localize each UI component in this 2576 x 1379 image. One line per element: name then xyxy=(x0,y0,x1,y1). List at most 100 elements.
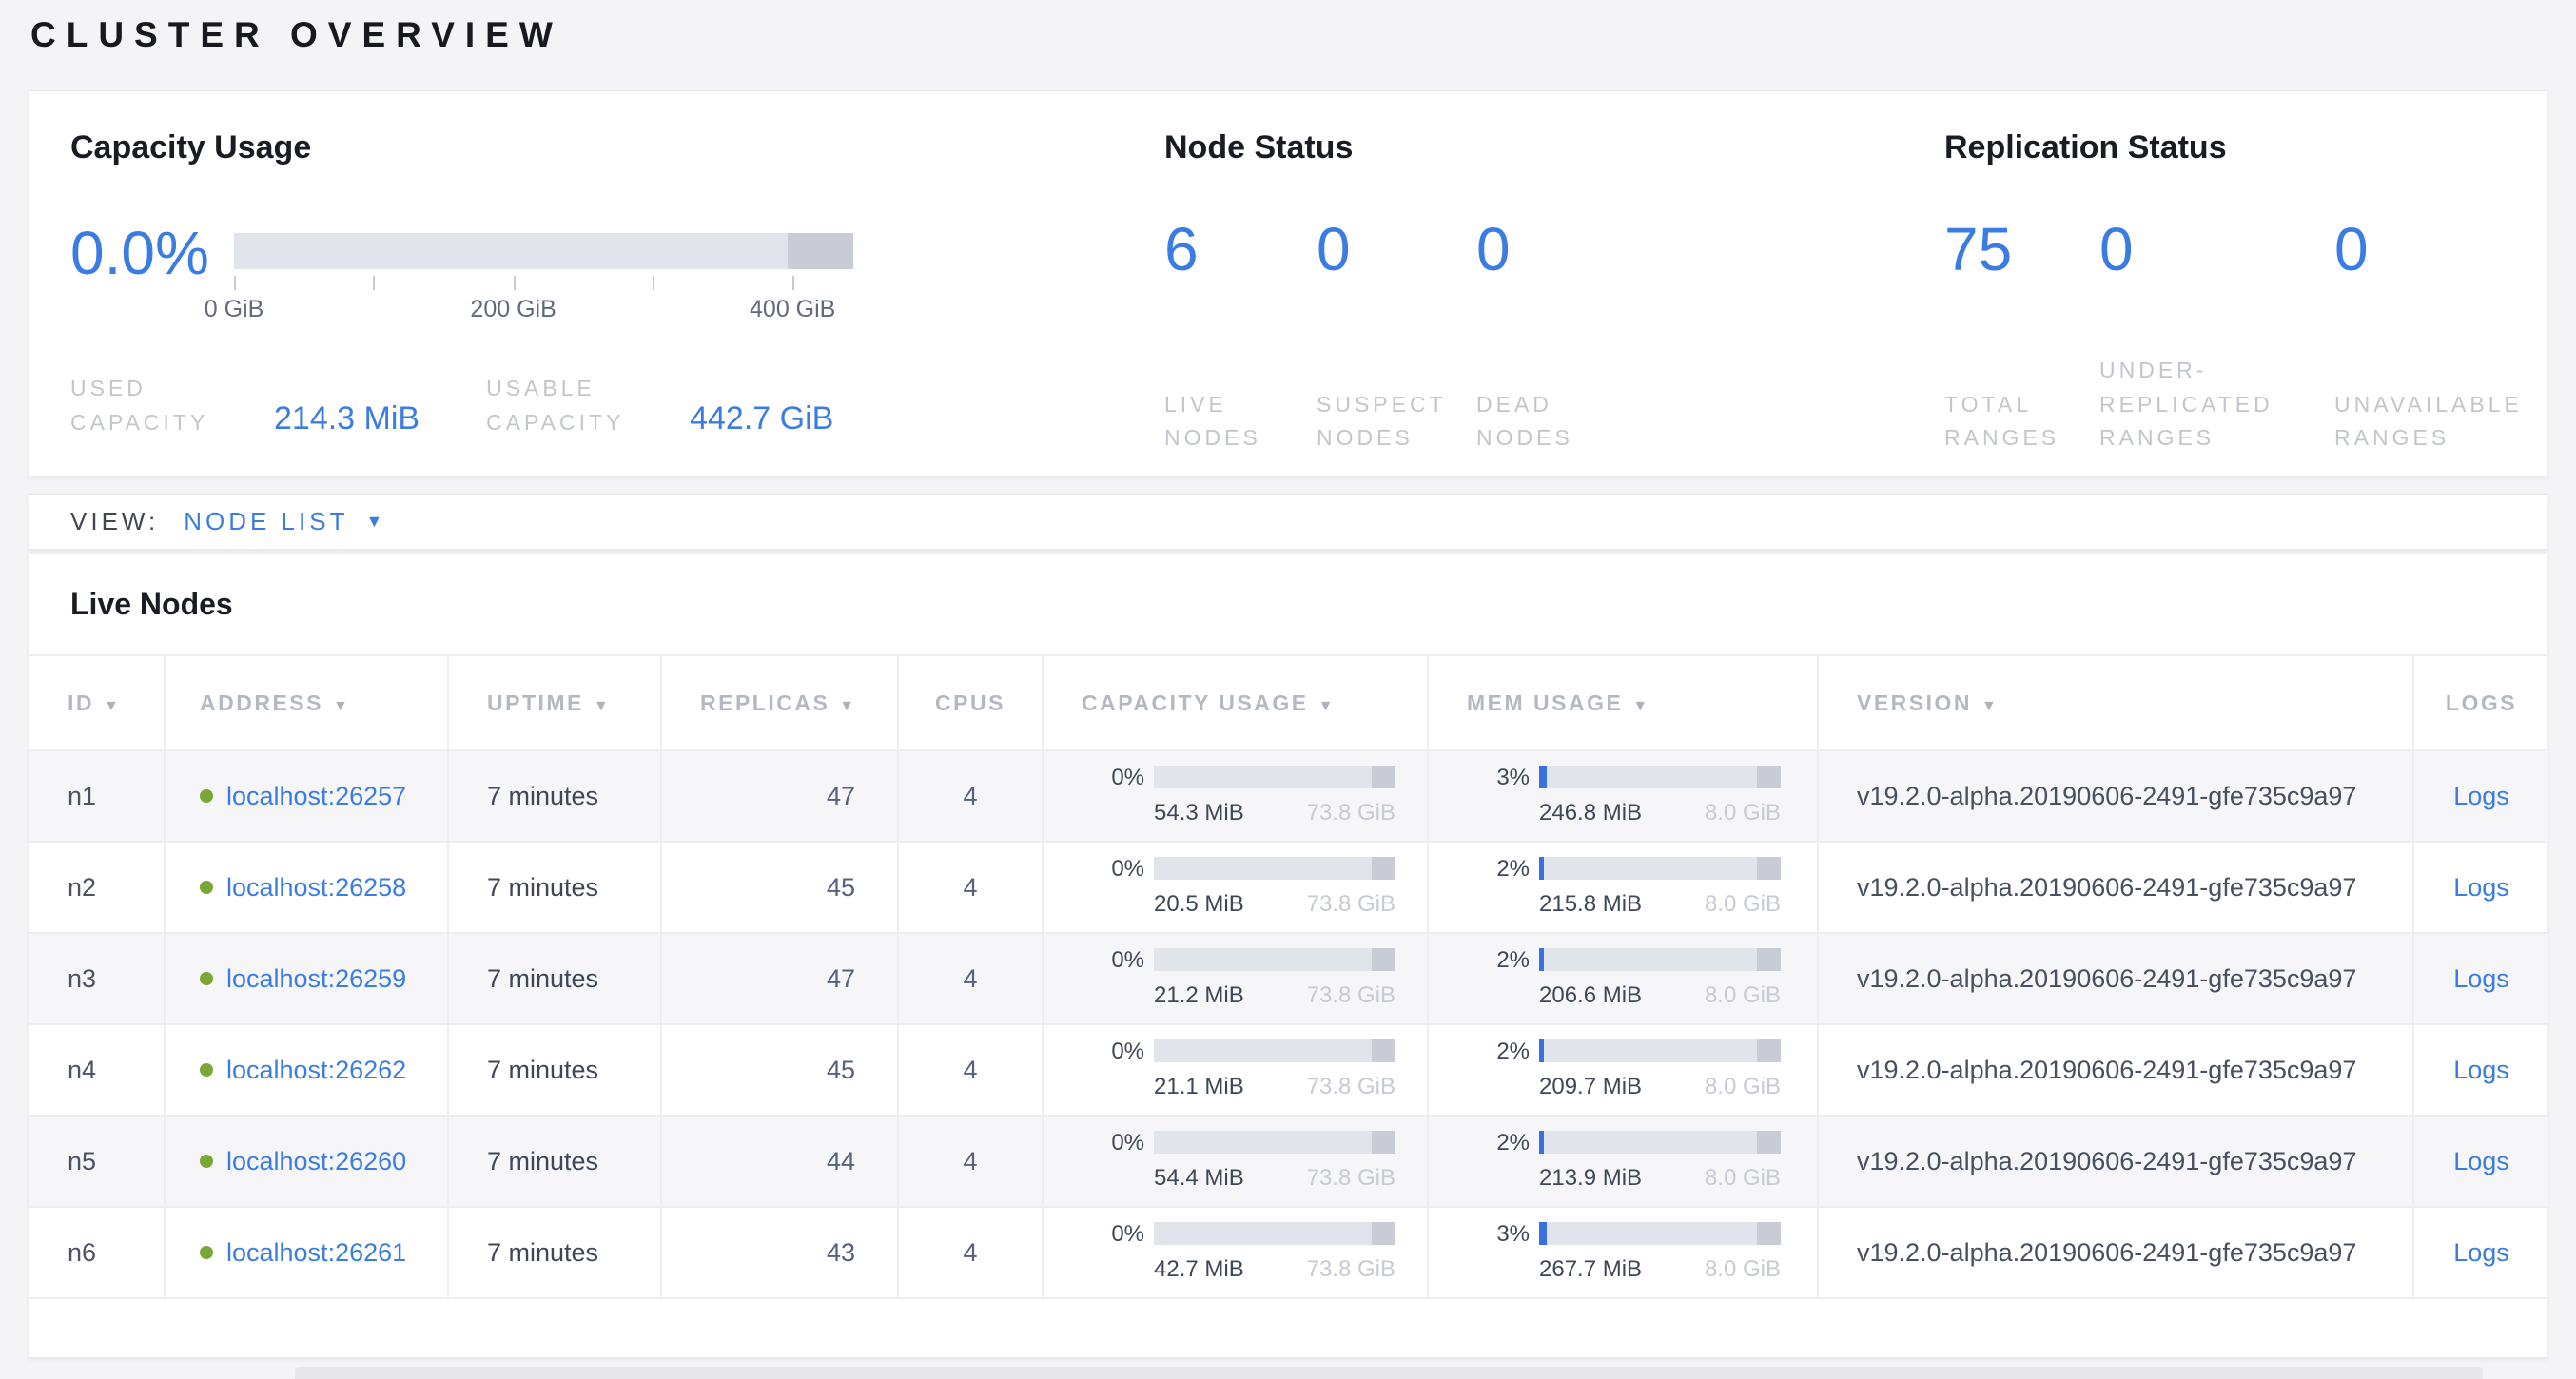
capacity-usage-cell: 0% 42.7 MiB 73.8 GiB xyxy=(1043,1207,1428,1298)
capacity-percent-label: 0% xyxy=(1091,857,1144,882)
live-nodes-stat: 6 LIVE NODES xyxy=(1164,216,1317,456)
node-address-link[interactable]: localhost:26262 xyxy=(226,1056,406,1084)
mem-usage-cell: 3% 246.8 MiB 8.0 GiB xyxy=(1428,750,1818,842)
col-header-version[interactable]: VERSION▼ xyxy=(1818,655,2413,750)
live-nodes-heading: Live Nodes xyxy=(70,587,2547,622)
node-live-status-icon xyxy=(200,1155,213,1168)
node-address-cell: localhost:26261 xyxy=(165,1207,448,1298)
mem-usage-cell: 2% 213.9 MiB 8.0 GiB xyxy=(1428,1116,1818,1207)
node-address-link[interactable]: localhost:26259 xyxy=(226,964,406,993)
sort-desc-icon: ▼ xyxy=(104,698,121,714)
sort-desc-icon: ▼ xyxy=(839,698,856,714)
mem-max-label: 8.0 GiB xyxy=(1705,982,1781,1009)
node-address-link[interactable]: localhost:26257 xyxy=(226,782,406,810)
node-replicas: 44 xyxy=(661,1116,898,1207)
node-version: v19.2.0-alpha.20190606-2491-gfe735c9a97 xyxy=(1818,842,2413,933)
node-address-cell: localhost:26258 xyxy=(165,842,448,933)
capacity-bar-chart: 0 GiB 200 GiB 400 GiB xyxy=(234,233,853,330)
stat-label: UNAVAILABLE RANGES xyxy=(2334,388,2563,456)
col-header-id[interactable]: ID▼ xyxy=(29,655,165,750)
node-live-status-icon xyxy=(200,972,213,985)
mem-meter: 3% 246.8 MiB 8.0 GiB xyxy=(1429,766,1817,826)
logs-link[interactable]: Logs xyxy=(2453,1147,2509,1175)
stat-label: LIVE NODES xyxy=(1164,388,1317,456)
sort-desc-icon: ▼ xyxy=(1632,698,1649,714)
table-row: n5 localhost:26260 7 minutes 44 4 0% 54.… xyxy=(29,1116,2548,1207)
logs-link[interactable]: Logs xyxy=(2453,964,2509,993)
col-header-replicas[interactable]: REPLICAS▼ xyxy=(661,655,898,750)
view-label: VIEW: xyxy=(70,507,159,536)
usable-capacity-value: 442.7 GiB xyxy=(690,400,833,439)
col-header-capacity-usage[interactable]: CAPACITY USAGE▼ xyxy=(1043,655,1428,750)
col-header-uptime[interactable]: UPTIME▼ xyxy=(448,655,661,750)
mem-percent-label: 2% xyxy=(1476,857,1530,882)
mem-usage-cell: 2% 215.8 MiB 8.0 GiB xyxy=(1428,842,1818,933)
capacity-used-label: 54.4 MiB xyxy=(1154,1165,1244,1192)
node-id: n1 xyxy=(29,750,165,842)
logs-link[interactable]: Logs xyxy=(2453,873,2509,902)
mem-max-label: 8.0 GiB xyxy=(1705,800,1781,826)
capacity-max-label: 73.8 GiB xyxy=(1307,800,1395,826)
usable-capacity-stat: USABLE CAPACITY 442.7 GiB xyxy=(486,372,833,439)
stat-label: DEAD NODES xyxy=(1476,388,1638,456)
capacity-meter-reserved xyxy=(1372,857,1395,880)
replication-status-section: Replication Status 75 TOTAL RANGES 0 UND… xyxy=(1944,129,2563,456)
node-cpus: 4 xyxy=(898,1207,1043,1298)
mem-meter-fill xyxy=(1539,1039,1544,1062)
node-cpus: 4 xyxy=(898,842,1043,933)
capacity-usage-cell: 0% 54.4 MiB 73.8 GiB xyxy=(1043,1116,1428,1207)
mem-usage-cell: 2% 209.7 MiB 8.0 GiB xyxy=(1428,1024,1818,1116)
capacity-meter: 0% 21.2 MiB 73.8 GiB xyxy=(1044,948,1427,1009)
mem-used-label: 206.6 MiB xyxy=(1539,982,1642,1009)
node-replicas: 47 xyxy=(661,933,898,1024)
logs-cell: Logs xyxy=(2413,750,2548,842)
capacity-used-label: 20.5 MiB xyxy=(1154,891,1244,918)
node-address-link[interactable]: localhost:26260 xyxy=(226,1147,406,1175)
mem-meter-bar xyxy=(1539,1131,1781,1154)
mem-meter-reserved xyxy=(1757,766,1781,788)
table-row: n4 localhost:26262 7 minutes 45 4 0% 21.… xyxy=(29,1024,2548,1116)
view-selector-bar: VIEW: NODE LIST ▼ xyxy=(29,494,2547,550)
node-address-link[interactable]: localhost:26261 xyxy=(226,1238,406,1267)
col-header-address[interactable]: ADDRESS▼ xyxy=(165,655,448,750)
col-header-mem-usage[interactable]: MEM USAGE▼ xyxy=(1428,655,1818,750)
chevron-down-icon: ▼ xyxy=(365,512,382,532)
mem-usage-cell: 2% 206.6 MiB 8.0 GiB xyxy=(1428,933,1818,1024)
node-address-link[interactable]: localhost:26258 xyxy=(226,873,406,902)
capacity-used-label: 21.1 MiB xyxy=(1154,1074,1244,1100)
mem-meter-bar xyxy=(1539,948,1781,971)
node-live-status-icon xyxy=(200,881,213,894)
usable-capacity-label: USABLE CAPACITY xyxy=(486,372,684,439)
capacity-meter: 0% 54.4 MiB 73.8 GiB xyxy=(1044,1131,1427,1192)
node-list-dropdown-value[interactable]: NODE LIST xyxy=(184,507,348,536)
table-row: n2 localhost:26258 7 minutes 45 4 0% 20.… xyxy=(29,842,2548,933)
node-cpus: 4 xyxy=(898,933,1043,1024)
mem-max-label: 8.0 GiB xyxy=(1705,1165,1781,1192)
node-id: n6 xyxy=(29,1207,165,1298)
logs-link[interactable]: Logs xyxy=(2453,1056,2509,1084)
capacity-used-label: 21.2 MiB xyxy=(1154,982,1244,1009)
node-list-dropdown[interactable]: NODE LIST ▼ xyxy=(184,507,382,536)
stat-value: 6 xyxy=(1164,216,1317,282)
logs-cell: Logs xyxy=(2413,842,2548,933)
node-uptime: 7 minutes xyxy=(448,750,661,842)
mem-meter-bar xyxy=(1539,857,1781,880)
mem-max-label: 8.0 GiB xyxy=(1705,1256,1781,1283)
mem-used-label: 246.8 MiB xyxy=(1539,800,1642,826)
capacity-meter-reserved xyxy=(1372,1222,1395,1245)
node-version: v19.2.0-alpha.20190606-2491-gfe735c9a97 xyxy=(1818,1207,2413,1298)
mem-percent-label: 2% xyxy=(1476,948,1530,973)
mem-meter-fill xyxy=(1539,857,1544,880)
logs-link[interactable]: Logs xyxy=(2453,782,2509,810)
mem-used-label: 213.9 MiB xyxy=(1539,1165,1642,1192)
mem-used-label: 209.7 MiB xyxy=(1539,1074,1642,1100)
mem-percent-label: 3% xyxy=(1476,1222,1530,1247)
capacity-percent-label: 0% xyxy=(1091,1039,1144,1064)
axis-tick xyxy=(792,276,794,290)
col-header-cpus[interactable]: CPUS xyxy=(898,655,1043,750)
node-version: v19.2.0-alpha.20190606-2491-gfe735c9a97 xyxy=(1818,933,2413,1024)
node-replicas: 43 xyxy=(661,1207,898,1298)
logs-link[interactable]: Logs xyxy=(2453,1238,2509,1267)
table-row: n3 localhost:26259 7 minutes 47 4 0% 21.… xyxy=(29,933,2548,1024)
mem-meter-bar xyxy=(1539,766,1781,788)
